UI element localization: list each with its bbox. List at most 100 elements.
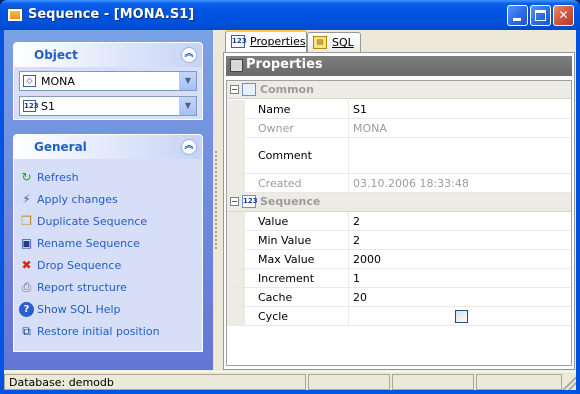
report-structure-link[interactable]: ⎙ Report structure xyxy=(19,279,197,297)
resize-grip-icon[interactable] xyxy=(562,376,576,390)
close-icon: ✕ xyxy=(558,8,569,22)
restore-icon: ⧉ xyxy=(22,324,31,338)
show-sql-help-link[interactable]: ? Show SQL Help xyxy=(19,301,197,319)
collapse-common-icon[interactable]: − xyxy=(230,85,239,94)
category-common[interactable]: − Common xyxy=(227,81,571,99)
property-row-name[interactable]: Name S1 xyxy=(227,100,571,119)
column-separator xyxy=(348,288,349,306)
rename-sequence-link[interactable]: ▣ Rename Sequence xyxy=(19,235,197,253)
database-select[interactable]: ◇ MONA ▼ xyxy=(19,71,197,91)
object-group-header[interactable]: Object ︽ xyxy=(14,43,202,67)
tab-properties-label: Properties xyxy=(250,35,306,48)
drop-icon: ✖ xyxy=(21,258,32,272)
apply-icon: ⚡ xyxy=(22,192,31,206)
tab-sql[interactable]: ▤ SQL xyxy=(307,32,361,52)
tab-properties[interactable]: 123 Properties xyxy=(225,30,307,53)
property-value[interactable]: 2 xyxy=(353,215,360,228)
property-name: Max Value xyxy=(258,253,315,266)
property-value[interactable]: 2 xyxy=(353,234,360,247)
property-value[interactable]: 20 xyxy=(353,291,367,304)
column-separator xyxy=(348,269,349,287)
property-row-min-value[interactable]: Min Value 2 xyxy=(227,231,571,250)
row-gutter xyxy=(227,100,245,118)
report-structure-label: Report structure xyxy=(37,281,127,294)
status-cell xyxy=(392,374,474,390)
property-row-owner[interactable]: Owner MONA xyxy=(227,119,571,138)
client-area: Object ︽ ◇ MONA ▼ 123 S1 ▼ General ︽ ↻ R… xyxy=(4,30,576,390)
row-gutter xyxy=(227,250,245,268)
category-sequence-label: Sequence xyxy=(260,195,321,208)
title-bar[interactable]: Sequence - [MONA.S1] ✕ xyxy=(0,0,580,30)
refresh-icon: ↻ xyxy=(21,170,32,184)
sequence-category-icon: 123 xyxy=(242,195,258,208)
duplicate-sequence-label: Duplicate Sequence xyxy=(37,215,148,228)
close-button[interactable]: ✕ xyxy=(553,5,574,26)
status-bar: Database: demodb xyxy=(4,371,576,390)
property-name: Cycle xyxy=(258,310,289,323)
minimize-button[interactable] xyxy=(507,5,528,26)
property-row-cache[interactable]: Cache 20 xyxy=(227,288,571,307)
column-separator xyxy=(348,138,349,173)
collapse-general-icon[interactable]: ︽ xyxy=(181,139,197,155)
cycle-checkbox[interactable] xyxy=(455,310,468,323)
collapse-object-icon[interactable]: ︽ xyxy=(181,47,197,63)
property-name: Value xyxy=(258,215,289,228)
sequence-select[interactable]: 123 S1 ▼ xyxy=(19,96,197,116)
apply-changes-label: Apply changes xyxy=(37,193,118,206)
tab-strip: 123 Properties ▤ SQL xyxy=(223,30,575,53)
property-name: Increment xyxy=(258,272,315,285)
report-icon: ⎙ xyxy=(21,280,32,294)
property-value: 03.10.2006 18:33:48 xyxy=(353,177,469,190)
pane-splitter[interactable] xyxy=(214,150,218,250)
column-separator xyxy=(348,231,349,249)
category-sequence[interactable]: − 123 Sequence xyxy=(227,193,571,212)
maximize-icon xyxy=(535,10,546,21)
properties-panel: Properties − Common Name S1 Owner MONA C… xyxy=(223,52,575,370)
chevron-down-icon[interactable]: ▼ xyxy=(179,97,196,115)
row-gutter xyxy=(227,269,245,287)
minimize-icon xyxy=(513,18,521,21)
property-value[interactable]: 2000 xyxy=(353,253,381,266)
duplicate-icon: ❐ xyxy=(21,214,32,228)
object-group-title: Object xyxy=(34,48,78,62)
sequence-icon: 123 xyxy=(23,100,39,112)
row-gutter xyxy=(227,288,245,306)
drop-sequence-link[interactable]: ✖ Drop Sequence xyxy=(19,257,197,275)
property-grid: − Common Name S1 Owner MONA Comment Crea… xyxy=(226,80,572,366)
restore-position-link[interactable]: ⧉ Restore initial position xyxy=(19,323,197,341)
rename-icon: ▣ xyxy=(20,236,33,250)
navigation-pane: Object ︽ ◇ MONA ▼ 123 S1 ▼ General ︽ ↻ R… xyxy=(4,30,213,370)
help-icon: ? xyxy=(19,302,34,317)
general-group-header[interactable]: General ︽ xyxy=(14,135,202,159)
properties-header-icon xyxy=(230,59,243,72)
collapse-sequence-icon[interactable]: − xyxy=(230,197,239,206)
properties-header-title: Properties xyxy=(246,57,323,72)
restore-position-label: Restore initial position xyxy=(37,325,160,338)
status-database: Database: demodb xyxy=(9,376,114,389)
database-icon: ◇ xyxy=(23,75,36,87)
column-separator xyxy=(348,100,349,118)
maximize-button[interactable] xyxy=(530,5,551,26)
sql-tab-icon: ▤ xyxy=(313,36,327,49)
property-row-cycle[interactable]: Cycle xyxy=(227,307,571,326)
properties-header: Properties xyxy=(226,56,572,76)
window-title: Sequence - [MONA.S1] xyxy=(28,7,195,22)
general-group: General ︽ ↻ Refresh ⚡ Apply changes ❐ Du… xyxy=(13,134,203,352)
column-separator xyxy=(348,250,349,268)
property-row-increment[interactable]: Increment 1 xyxy=(227,269,571,288)
property-name: Name xyxy=(258,103,291,116)
refresh-link[interactable]: ↻ Refresh xyxy=(19,169,197,187)
column-separator xyxy=(348,119,349,137)
chevron-down-icon[interactable]: ▼ xyxy=(179,72,196,90)
app-icon xyxy=(7,8,23,22)
property-value[interactable]: 1 xyxy=(353,272,360,285)
apply-changes-link[interactable]: ⚡ Apply changes xyxy=(19,191,197,209)
property-value[interactable]: S1 xyxy=(353,103,367,116)
property-row-value[interactable]: Value 2 xyxy=(227,212,571,231)
duplicate-sequence-link[interactable]: ❐ Duplicate Sequence xyxy=(19,213,197,231)
property-row-comment[interactable]: Comment xyxy=(227,138,571,174)
row-gutter xyxy=(227,307,245,325)
property-row-max-value[interactable]: Max Value 2000 xyxy=(227,250,571,269)
row-gutter xyxy=(227,138,245,173)
property-row-created[interactable]: Created 03.10.2006 18:33:48 xyxy=(227,174,571,193)
